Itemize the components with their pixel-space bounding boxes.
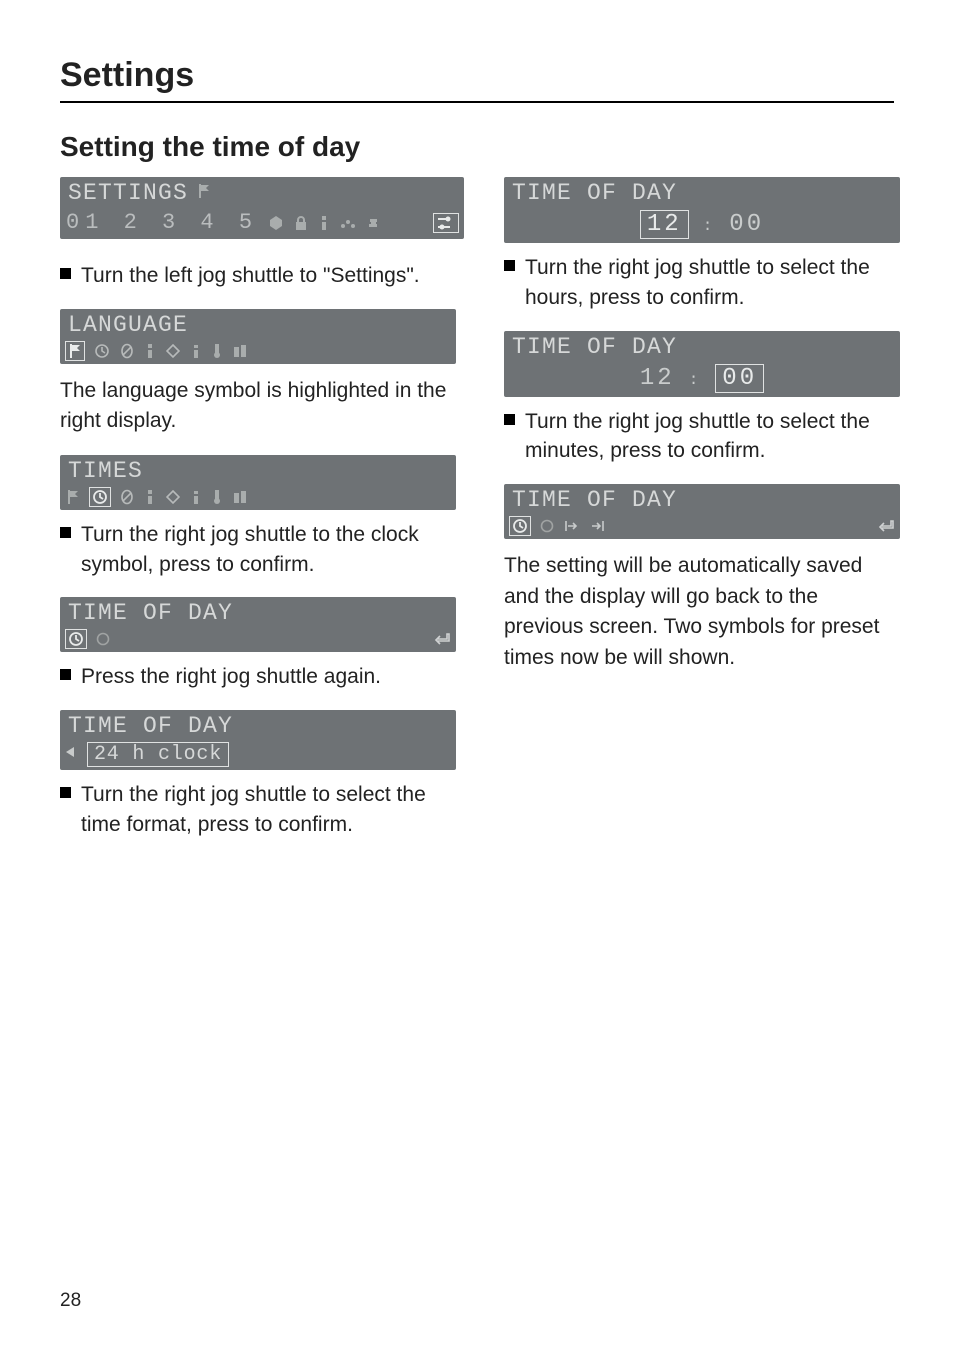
lcd-tod-5: TIME OF DAY [504,484,900,539]
bullet-square-icon [60,669,71,680]
info-filled-icon [144,343,156,359]
lcd-tod2-title: TIME OF DAY [68,713,233,739]
option-24h: 24 h clock [88,743,228,766]
step-1-text: Turn the left jog shuttle to "Settings". [81,261,420,291]
s-icon [366,216,380,230]
diamond-icon [166,490,180,504]
step-2: Turn the right jog shuttle to the clock … [60,520,464,580]
step-5-text: Turn the right jog shuttle to select the… [525,253,900,313]
sliders-icon [434,214,458,232]
hours-value: 12 [640,210,689,239]
circle-off-icon [96,632,110,646]
step-2-text: Turn the right jog shuttle to the clock … [81,520,464,580]
bullet-square-icon [504,260,515,271]
flag-icon [196,180,212,206]
zero-icon [120,489,134,505]
hours-value: 12 [640,365,675,392]
minutes-value: 00 [715,364,764,393]
flag-icon [66,489,80,505]
lcd-tod5-title: TIME OF DAY [512,487,677,513]
time-colon: : [703,217,716,235]
lcd-times-title: TIMES [68,458,143,484]
step-6: Turn the right jog shuttle to select the… [504,407,900,467]
clock-icon [90,488,110,506]
step-4-text: Turn the right jog shuttle to select the… [81,780,464,840]
building-icon [232,490,248,504]
diamond-icon [166,344,180,358]
page-title: Settings [60,56,894,95]
zero-icon [120,343,134,359]
triangle-left-icon [64,743,76,766]
lcd-tod-3: TIME OF DAY 12 : 00 [504,177,900,243]
section-title: Setting the time of day [60,131,894,163]
step-3-text: Press the right jog shuttle again. [81,662,381,692]
circle-off-icon [540,519,554,533]
lcd-settings-title: SETTINGS [68,180,188,206]
lcd-times: TIMES [60,455,456,510]
lcd-tod-1: TIME OF DAY [60,597,456,652]
building-icon [232,344,248,358]
lcd-settings: SETTINGS 01 2 3 4 5 [60,177,464,239]
lock-icon [294,215,308,231]
minutes-value: 00 [729,211,764,238]
lcd-tod1-title: TIME OF DAY [68,600,233,626]
lcd-language-title: LANGUAGE [68,312,188,338]
left-column: SETTINGS 01 2 3 4 5 [60,177,464,858]
info-icon [190,489,202,505]
after-language-text: The language symbol is highlighted in th… [60,376,464,437]
step-1: Turn the left jog shuttle to "Settings". [60,261,464,291]
step-4: Turn the right jog shuttle to select the… [60,780,464,840]
clock-icon [510,517,530,535]
thermometer-icon [212,489,222,505]
clock-icon [94,343,110,359]
step-5: Turn the right jog shuttle to select the… [504,253,900,313]
bullet-square-icon [60,268,71,279]
lcd-settings-numbers: 01 2 3 4 5 [66,210,258,235]
lcd-tod3-title: TIME OF DAY [512,180,677,206]
hex-icon [268,215,284,231]
final-text: The setting will be automatically saved … [504,551,900,673]
heading-rule [60,101,894,103]
bullet-square-icon [60,527,71,538]
lcd-tod-2: TIME OF DAY 24 h clock [60,710,456,770]
step-6-text: Turn the right jog shuttle to select the… [525,407,900,467]
right-column: TIME OF DAY 12 : 00 Turn the right jog s… [504,177,900,858]
thermometer-icon [212,343,222,359]
info-filled-icon [144,489,156,505]
enter-icon [876,519,894,533]
info-icon [190,343,202,359]
clock-icon [66,630,86,648]
step-3: Press the right jog shuttle again. [60,662,464,692]
page-number: 28 [60,1290,81,1312]
dots-icon [340,216,356,230]
lcd-tod-4: TIME OF DAY 12 : 00 [504,331,900,397]
flag-icon [66,342,84,360]
bullet-square-icon [60,787,71,798]
info-filled-icon [318,215,330,231]
bullet-square-icon [504,414,515,425]
lcd-tod4-title: TIME OF DAY [512,334,677,360]
enter-icon [432,632,450,646]
start-arrow-icon [564,519,580,533]
time-colon: : [689,371,702,389]
lcd-language: LANGUAGE [60,309,456,364]
end-arrow-icon [590,519,606,533]
